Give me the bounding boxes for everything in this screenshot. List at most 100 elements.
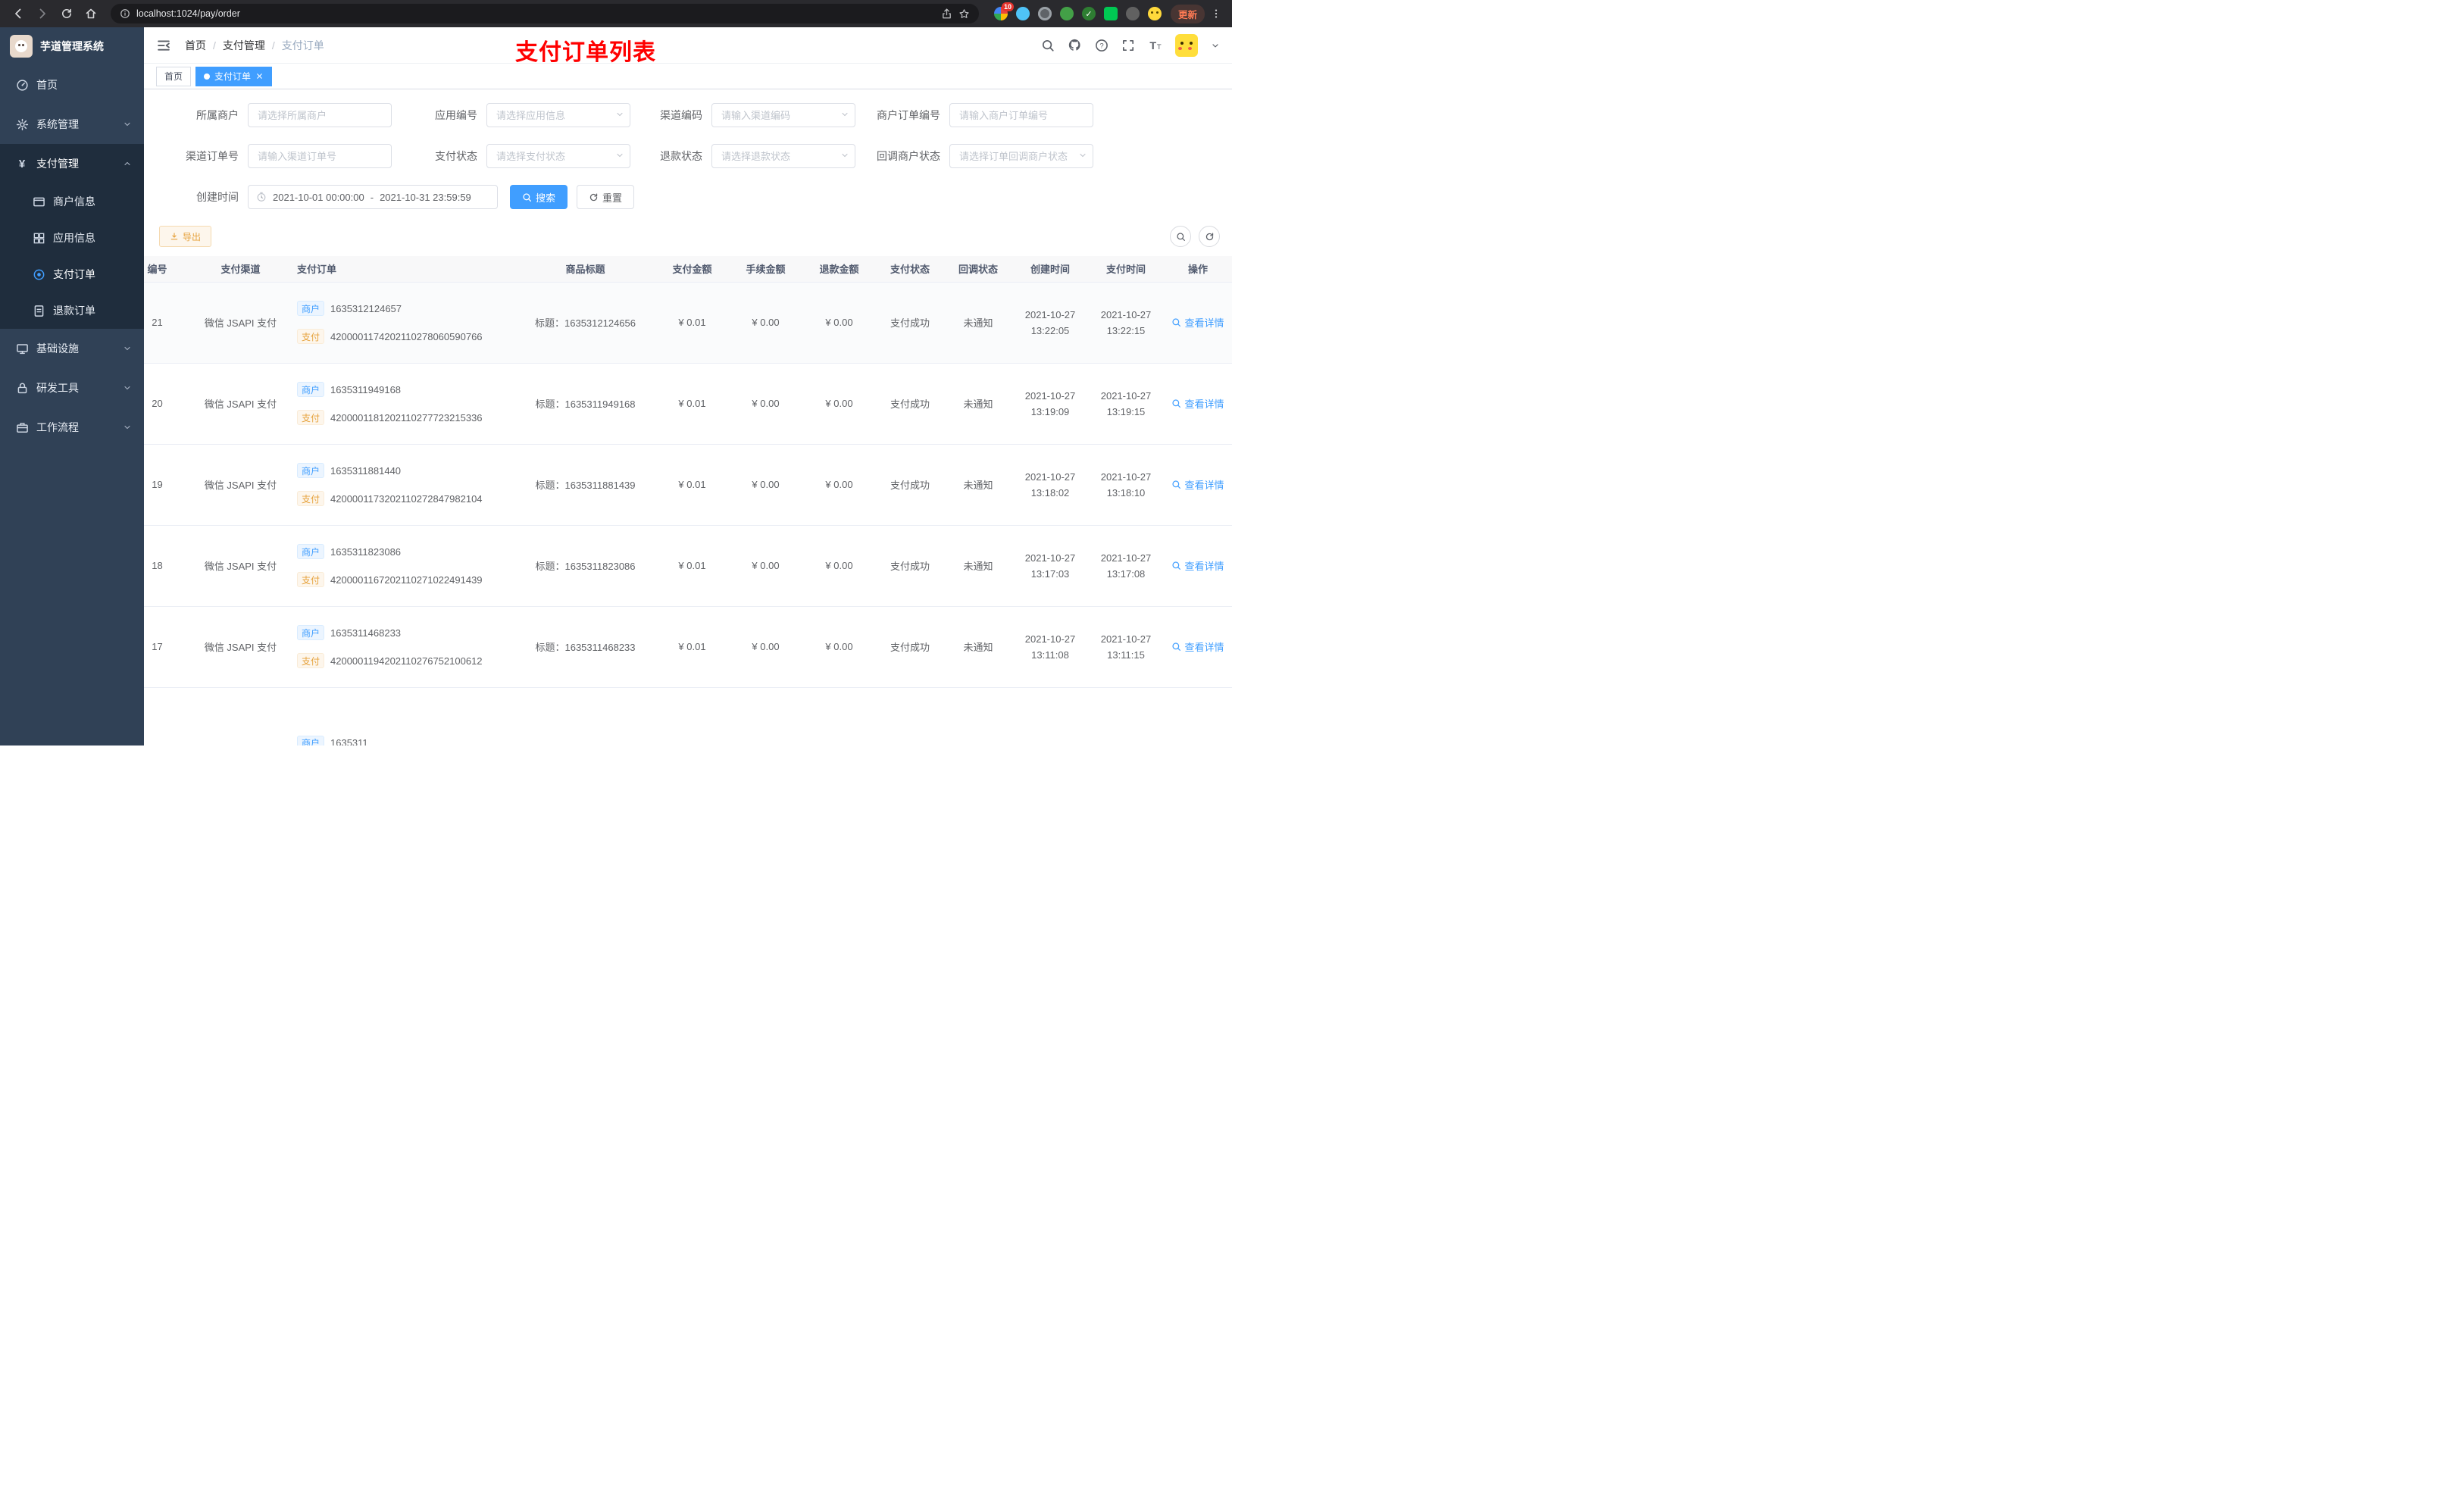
- tab-pay-order[interactable]: 支付订单: [195, 66, 273, 86]
- credit-card-icon: [32, 195, 45, 208]
- cell-status: 支付成功: [876, 525, 944, 607]
- search-button[interactable]: 搜索: [510, 185, 568, 209]
- title-prefix: 标题：: [535, 399, 565, 410]
- app-title: 芋道管理系统: [40, 40, 104, 52]
- date-separator: -: [370, 191, 374, 203]
- view-detail-link[interactable]: 查看详情: [1171, 477, 1224, 492]
- home-icon[interactable]: [80, 3, 102, 24]
- font-size-icon[interactable]: TT: [1148, 38, 1162, 52]
- table-row: 19 微信 JSAPI 支付 商户 1635311881440 支付 4200001…: [144, 444, 1232, 526]
- breadcrumb-section[interactable]: 支付管理: [223, 38, 265, 53]
- extension-icon[interactable]: [1037, 7, 1052, 20]
- date-range-picker[interactable]: 2021-10-01 00:00:00 - 2021-10-31 23:59:5…: [248, 185, 498, 209]
- url-text[interactable]: localhost:1024/pay/order: [136, 8, 935, 19]
- document-icon: [32, 305, 45, 317]
- export-button[interactable]: 导出: [159, 226, 212, 247]
- search-icon[interactable]: [1041, 39, 1055, 52]
- fullscreen-icon[interactable]: [1121, 39, 1135, 52]
- browser-chrome: localhost:1024/pay/order 10 ✓ 更新: [0, 0, 1232, 27]
- reload-icon[interactable]: [56, 3, 77, 24]
- share-icon[interactable]: [941, 8, 952, 20]
- site-info-icon[interactable]: [120, 8, 130, 19]
- channel-order-no-input[interactable]: [248, 144, 392, 168]
- filter-label: 退款状态: [660, 150, 702, 162]
- toggle-search-icon[interactable]: [1170, 226, 1191, 247]
- extension-icon[interactable]: [1015, 7, 1030, 20]
- sidebar-item-system[interactable]: 系统管理: [0, 105, 144, 144]
- channel-code-select[interactable]: [711, 103, 855, 127]
- pay-order-no: 4200001174202110278060590766: [330, 330, 483, 342]
- merchant-order-no-input[interactable]: [949, 103, 1093, 127]
- refund-status-select[interactable]: [711, 144, 855, 168]
- lock-icon: [15, 382, 29, 395]
- browser-update-button[interactable]: 更新: [1170, 4, 1205, 23]
- breadcrumb-current: 支付订单: [281, 39, 324, 52]
- cell-refund: ¥ 0.00: [802, 282, 876, 364]
- sidebar-item-refund-order[interactable]: 退款订单: [0, 292, 144, 329]
- col-pay-order: 支付订单: [288, 256, 515, 283]
- pay-tag: 支付: [297, 653, 325, 668]
- close-icon[interactable]: [255, 72, 264, 80]
- sidebar-item-merchant-info[interactable]: 商户信息: [0, 183, 144, 220]
- export-button-label: 导出: [183, 231, 202, 242]
- sidebar-item-infrastructure[interactable]: 基础设施: [0, 329, 144, 368]
- svg-text:T: T: [1157, 43, 1162, 52]
- table-header-row: 编号 支付渠道 支付订单 商品标题 支付金额 手续金额 退款金额 支付状态 回调…: [144, 256, 1232, 283]
- target-icon: [32, 268, 45, 281]
- cell-id: 19: [144, 444, 193, 526]
- extension-icon[interactable]: [1147, 7, 1162, 20]
- sidebar-item-home[interactable]: 首页: [0, 65, 144, 105]
- breadcrumb-home[interactable]: 首页: [185, 38, 206, 53]
- help-icon[interactable]: ?: [1095, 39, 1108, 52]
- view-detail-link[interactable]: 查看详情: [1171, 315, 1224, 330]
- refresh-table-icon[interactable]: [1199, 226, 1220, 247]
- tags-view-bar: 首页 支付订单: [144, 64, 1232, 89]
- pay-status-select[interactable]: [486, 144, 630, 168]
- extension-icon[interactable]: [1103, 7, 1118, 20]
- extension-icon[interactable]: 10: [993, 2, 1014, 20]
- caret-down-icon[interactable]: [1211, 41, 1220, 50]
- user-avatar[interactable]: [1175, 33, 1198, 57]
- cell-create-time: 2021-10-27 13:11:08: [1012, 606, 1088, 688]
- sidebar-item-pay-order[interactable]: 支付订单: [0, 256, 144, 292]
- title-value: 1635312124656: [564, 317, 636, 329]
- app-logo[interactable]: 芋道管理系统: [0, 27, 144, 65]
- browser-menu-icon[interactable]: [1208, 8, 1224, 19]
- merchant-select[interactable]: [248, 103, 392, 127]
- view-detail-link[interactable]: 查看详情: [1171, 639, 1224, 654]
- sidebar-item-payment[interactable]: ¥ 支付管理: [0, 144, 144, 183]
- cell-actions: 查看详情: [1164, 282, 1232, 364]
- view-detail-link[interactable]: 查看详情: [1171, 396, 1224, 411]
- chevron-down-icon: [123, 120, 132, 129]
- cell-refund: ¥ 0.00: [802, 444, 876, 526]
- callback-status-select[interactable]: [949, 144, 1093, 168]
- sidebar-item-app-info[interactable]: 应用信息: [0, 220, 144, 256]
- url-bar[interactable]: localhost:1024/pay/order: [111, 4, 979, 23]
- cell-fee: ¥ 0.00: [729, 363, 802, 445]
- cell-id: 20: [144, 363, 193, 445]
- cell-create-time: 2021-10-27 13:19:09: [1012, 363, 1088, 445]
- back-icon[interactable]: [8, 3, 29, 24]
- github-icon[interactable]: [1068, 38, 1082, 52]
- extension-icon[interactable]: [1125, 7, 1140, 20]
- sidebar-item-dev-tools[interactable]: 研发工具: [0, 368, 144, 408]
- cell-fee: ¥ 0.00: [729, 525, 802, 607]
- collapse-menu-icon[interactable]: [156, 38, 171, 53]
- date-end[interactable]: 2021-10-31 23:59:59: [380, 192, 471, 203]
- extension-icon[interactable]: ✓: [1081, 7, 1096, 20]
- cell-actions: 查看详情: [1164, 363, 1232, 445]
- col-amount: 支付金额: [655, 256, 729, 283]
- bookmark-star-icon[interactable]: [958, 8, 970, 20]
- reset-button[interactable]: 重置: [577, 185, 635, 209]
- col-refund: 退款金额: [802, 256, 876, 283]
- chevron-down-icon: [123, 383, 132, 392]
- view-detail-link[interactable]: 查看详情: [1171, 558, 1224, 573]
- extension-icon[interactable]: [1059, 7, 1074, 20]
- forward-icon[interactable]: [32, 3, 53, 24]
- tab-home[interactable]: 首页: [156, 66, 192, 86]
- date-start[interactable]: 2021-10-01 00:00:00: [273, 192, 364, 203]
- sidebar-item-workflow[interactable]: 工作流程: [0, 408, 144, 447]
- cell-status: 支付成功: [876, 606, 944, 688]
- app-id-select[interactable]: [486, 103, 630, 127]
- col-title: 商品标题: [515, 256, 655, 283]
